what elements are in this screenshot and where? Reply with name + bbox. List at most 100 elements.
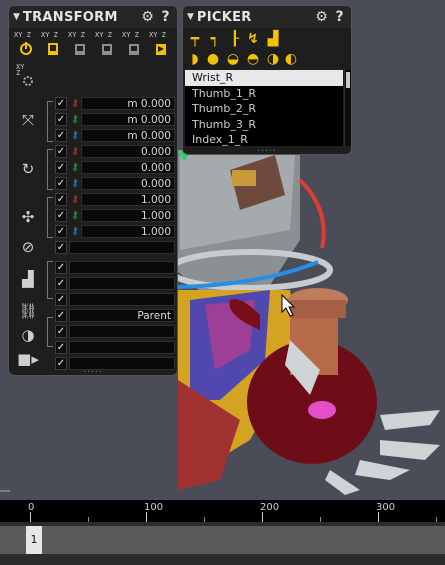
value-field[interactable] [69,325,175,338]
list-scrollbar[interactable] [344,70,351,146]
resize-grip[interactable]: ..... [9,366,177,375]
collapse-triangle-icon[interactable]: ▼ [187,12,194,22]
tick-label: 300 [376,502,396,513]
foot-row-3: ✓ [9,292,177,307]
list-item[interactable]: Thumb_3_R [185,117,343,133]
power-button[interactable]: XY Z [13,32,37,58]
axes-label: XY Z [122,31,139,39]
value-field[interactable]: 0.000 [81,145,175,158]
value-field[interactable]: 0.000 [81,177,175,190]
key-icon[interactable]: ⚷ [69,209,81,222]
current-frame-marker[interactable]: 1 [26,526,42,554]
checkbox[interactable]: ✓ [55,209,67,222]
right-half-icon[interactable]: ◐ [283,51,299,67]
value-field[interactable]: 1.000 [81,209,175,222]
pin-b-icon[interactable]: ┑ [207,31,223,47]
full-circle-icon[interactable]: ● [205,51,221,67]
pin-c-icon[interactable]: ┠ [227,31,243,47]
tick-major [146,512,147,522]
gear-cluster-icon [23,76,33,86]
translate-z-row: ✓ ⚷ m 0.000 [9,128,177,143]
key-icon[interactable]: ⚷ [69,225,81,238]
axes-label: XY Z [149,31,166,39]
checkbox[interactable]: ✓ [55,113,67,126]
space-switch-button[interactable]: XY Z [15,64,39,90]
list-item[interactable]: Thumb_1_R [185,86,343,102]
tick-label: 0 [28,502,35,513]
value-field[interactable]: m 0.000 [81,97,175,110]
key-reset-button[interactable]: XY Z [148,32,172,58]
key-paste-button[interactable]: XY Z [94,32,118,58]
checkbox[interactable]: ✓ [55,293,67,306]
half-circle-icon[interactable]: ◗ [187,51,203,67]
key-icon[interactable]: ⚷ [69,193,81,206]
tick-label: 100 [144,502,164,513]
checkbox[interactable]: ✓ [55,241,67,254]
gear-icon[interactable]: ⚙ [314,9,329,25]
resize-grip[interactable]: ..... [183,145,351,154]
key-icon[interactable]: ⚷ [69,129,81,142]
pin-a-icon[interactable]: ┯ [187,31,203,47]
gear-icon[interactable]: ⚙ [140,9,155,25]
snap-icon[interactable]: ↯ [245,31,261,47]
value-field[interactable] [69,293,175,306]
checkbox[interactable]: ✓ [55,161,67,174]
transform-toolbar: XY Z XY Z XY Z XY Z XY Z XY Z XY Z [9,30,177,100]
key-set-button[interactable]: XY Z [40,32,64,58]
value-field[interactable] [69,341,175,354]
left-half-icon[interactable]: ◑ [265,51,281,67]
parent-field[interactable]: Parent [69,309,175,322]
key-icon[interactable]: ⚷ [69,161,81,174]
transform-panel-header[interactable]: ▼ TRANSFORM ⚙ ? [9,6,177,28]
transform-panel: ▼ TRANSFORM ⚙ ? XY Z XY Z XY Z XY Z XY Z… [8,5,178,376]
key-mirror-button[interactable]: XY Z [121,32,145,58]
value-field[interactable]: 1.000 [81,225,175,238]
rotate-x-row: ✓ ⚷ 0.000 [9,144,177,159]
key-copy-button[interactable]: XY Z [67,32,91,58]
checkbox[interactable]: ✓ [55,277,67,290]
value-field[interactable]: m 0.000 [81,129,175,142]
value-field[interactable] [69,261,175,274]
checkbox[interactable]: ✓ [55,341,67,354]
value-field[interactable] [69,241,175,254]
rotate-z-row: ✓ ⚷ 0.000 [9,176,177,191]
list-item[interactable]: Wrist_R [185,70,343,86]
value-field[interactable] [69,277,175,290]
collapse-triangle-icon[interactable]: ▼ [13,12,20,22]
help-icon[interactable]: ? [332,9,347,25]
checkbox[interactable]: ✓ [55,261,67,274]
tick-major [30,512,31,522]
foot-pose-icon[interactable]: ▟ [265,31,281,47]
value-field[interactable]: 0.000 [81,161,175,174]
picker-panel-header[interactable]: ▼ PICKER ⚙ ? [183,6,351,28]
foot-row-1: ✓ [9,260,177,275]
checkbox[interactable]: ✓ [55,325,67,338]
key-icon[interactable]: ⚷ [69,113,81,126]
value-field[interactable]: m 0.000 [81,113,175,126]
key-icon[interactable]: ⚷ [69,145,81,158]
half-dark-icon[interactable]: ◓ [245,51,261,67]
lower-half-icon[interactable]: ◒ [225,51,241,67]
checkbox[interactable]: ✓ [55,129,67,142]
tick-label: 200 [260,502,280,513]
key-icon[interactable]: ⚷ [69,177,81,190]
checkbox[interactable]: ✓ [55,309,67,322]
panel-title: PICKER [196,9,252,25]
help-icon[interactable]: ? [158,9,173,25]
checkbox[interactable]: ✓ [55,97,67,110]
key-mirror-icon [129,44,139,55]
checkbox[interactable]: ✓ [55,177,67,190]
translate-x-row: ✓ ⚷ m 0.000 [9,96,177,111]
checkbox[interactable]: ✓ [55,145,67,158]
scrollbar-thumb[interactable] [346,72,350,88]
list-item[interactable]: Thumb_2_R [185,101,343,117]
scale-x-row: ✓ ⚷ 1.000 [9,192,177,207]
timeline: 0 100 200 300 1 [0,500,445,565]
timeline-track[interactable] [0,526,445,554]
key-icon[interactable]: ⚷ [69,97,81,110]
checkbox[interactable]: ✓ [55,225,67,238]
timeline-ruler[interactable]: 0 100 200 300 [0,500,445,522]
axes-label: XY Z [14,31,31,39]
value-field[interactable]: 1.000 [81,193,175,206]
checkbox[interactable]: ✓ [55,193,67,206]
